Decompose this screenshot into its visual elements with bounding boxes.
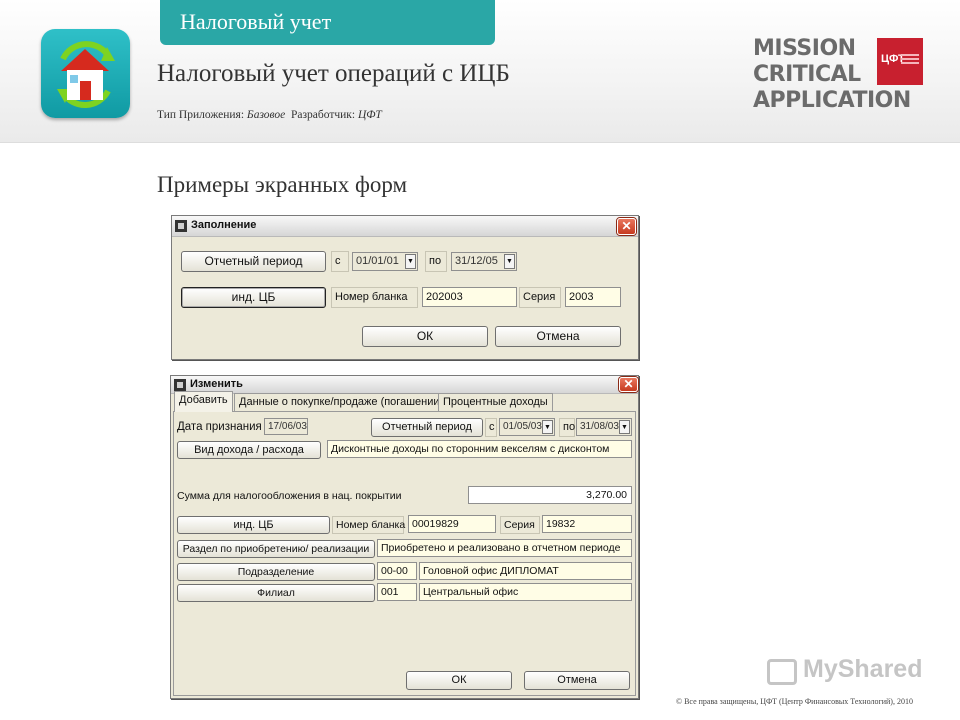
from-date-value: 01/01/01 — [356, 255, 399, 267]
income-type-field[interactable]: Дисконтные доходы по сторонним векселям … — [327, 440, 632, 458]
tab-add[interactable]: Добавить — [174, 391, 233, 412]
recognition-date-label: Дата признания — [177, 421, 262, 433]
logo-line-3: APPLICATION — [753, 88, 911, 113]
to-date-select[interactable]: 31/12/05 ▼ — [451, 252, 517, 271]
ind-cb-button[interactable]: инд. ЦБ — [177, 516, 330, 534]
tab-panel: Дата признания 17/06/03 Отчетный период … — [173, 411, 636, 696]
window-system-icon — [175, 220, 187, 232]
series-label: Серия — [500, 516, 540, 534]
ok-button[interactable]: ОК — [362, 326, 488, 347]
tab-purchase-sale-data[interactable]: Данные о покупке/продаже (погашении) — [234, 393, 449, 411]
meta-type-value: Базовое — [246, 109, 286, 121]
window-system-icon — [174, 379, 186, 391]
fill-window-titlebar[interactable]: Заполнение ✕ — [172, 216, 638, 237]
meta-type-label: Тип Приложения: — [157, 109, 245, 121]
edit-window-titlebar[interactable]: Изменить ✕ — [171, 376, 638, 394]
copyright: © Все права защищены, ЦФТ (Центр Финансо… — [676, 697, 913, 706]
from-date-value: 01/05/03 — [503, 421, 542, 432]
chevron-down-icon[interactable]: ▼ — [542, 420, 553, 434]
blank-number-label: Номер бланка — [332, 516, 405, 534]
tab-interest-income[interactable]: Процентные доходы — [438, 393, 553, 411]
acquisition-section-button[interactable]: Раздел по приобретению/ реализации — [177, 540, 375, 558]
ind-cb-button[interactable]: инд. ЦБ — [181, 287, 326, 308]
myshared-watermark: MyShared — [767, 655, 927, 689]
cft-badge: ЦФТ — [877, 38, 923, 85]
fill-window: Заполнение ✕ Отчетный период с 01/01/01 … — [171, 215, 639, 360]
series-label: Серия — [519, 287, 561, 308]
watermark-text: MyShared — [803, 655, 923, 683]
meta-dev-label: Разработчик: — [290, 109, 356, 121]
mission-critical-logo: MISSION CRITICAL APPLICATION ЦФТ — [753, 36, 928, 116]
from-date-select[interactable]: 01/05/03 ▼ — [499, 418, 555, 436]
from-label: с — [485, 418, 497, 437]
cancel-button[interactable]: Отмена — [495, 326, 621, 347]
division-name-field[interactable]: Головной офис ДИПЛОМАТ — [419, 562, 632, 580]
to-label: по — [559, 418, 575, 437]
app-icon — [41, 29, 130, 118]
examples-title: Примеры экранных форм — [157, 172, 408, 197]
edit-window-title: Изменить — [190, 378, 243, 390]
from-label: с — [331, 251, 349, 272]
app-meta: Тип Приложения: Базовое Разработчик: ЦФТ — [157, 109, 382, 121]
to-label: по — [425, 251, 447, 272]
fill-window-title: Заполнение — [191, 219, 257, 231]
income-type-button[interactable]: Вид дохода / расхода — [177, 441, 321, 459]
cancel-button[interactable]: Отмена — [524, 671, 630, 690]
to-date-value: 31/08/03 — [580, 421, 619, 432]
series-input[interactable]: 19832 — [542, 515, 632, 533]
period-button[interactable]: Отчетный период — [181, 251, 326, 272]
chevron-down-icon[interactable]: ▼ — [504, 254, 515, 269]
branch-button[interactable]: Филиал — [177, 584, 375, 602]
series-input[interactable]: 2003 — [565, 287, 621, 307]
to-date-select[interactable]: 31/08/03 ▼ — [576, 418, 632, 436]
app-title: Налоговый учет операций с ИЦБ — [157, 60, 510, 87]
close-icon[interactable]: ✕ — [617, 218, 636, 235]
house-refresh-icon — [57, 41, 115, 109]
branch-code-input[interactable]: 001 — [377, 583, 417, 601]
blank-number-input[interactable]: 202003 — [422, 287, 517, 307]
ok-button[interactable]: ОК — [406, 671, 512, 690]
presentation-icon — [767, 659, 797, 685]
branch-name-field[interactable]: Центральный офис — [419, 583, 632, 601]
blank-number-label: Номер бланка — [331, 287, 418, 308]
from-date-select[interactable]: 01/01/01 ▼ — [352, 252, 418, 271]
period-button[interactable]: Отчетный период — [371, 418, 483, 437]
blank-number-input[interactable]: 00019829 — [408, 515, 496, 533]
recognition-date-input[interactable]: 17/06/03 — [264, 418, 308, 435]
edit-window: Изменить ✕ Добавить Данные о покупке/про… — [170, 375, 639, 699]
division-button[interactable]: Подразделение — [177, 563, 375, 581]
division-code-input[interactable]: 00-00 — [377, 562, 417, 580]
taxable-sum-label: Сумма для налогообложения в нац. покрыти… — [177, 490, 402, 502]
section-tab: Налоговый учет — [160, 0, 495, 45]
chevron-down-icon[interactable]: ▼ — [619, 420, 630, 434]
taxable-sum-input[interactable]: 3,270.00 — [468, 486, 632, 504]
acquisition-section-field[interactable]: Приобретено и реализовано в отчетном пер… — [377, 539, 632, 557]
close-icon[interactable]: ✕ — [619, 377, 638, 392]
chevron-down-icon[interactable]: ▼ — [405, 254, 416, 269]
to-date-value: 31/12/05 — [455, 255, 498, 267]
meta-dev-value: ЦФТ — [357, 109, 382, 121]
